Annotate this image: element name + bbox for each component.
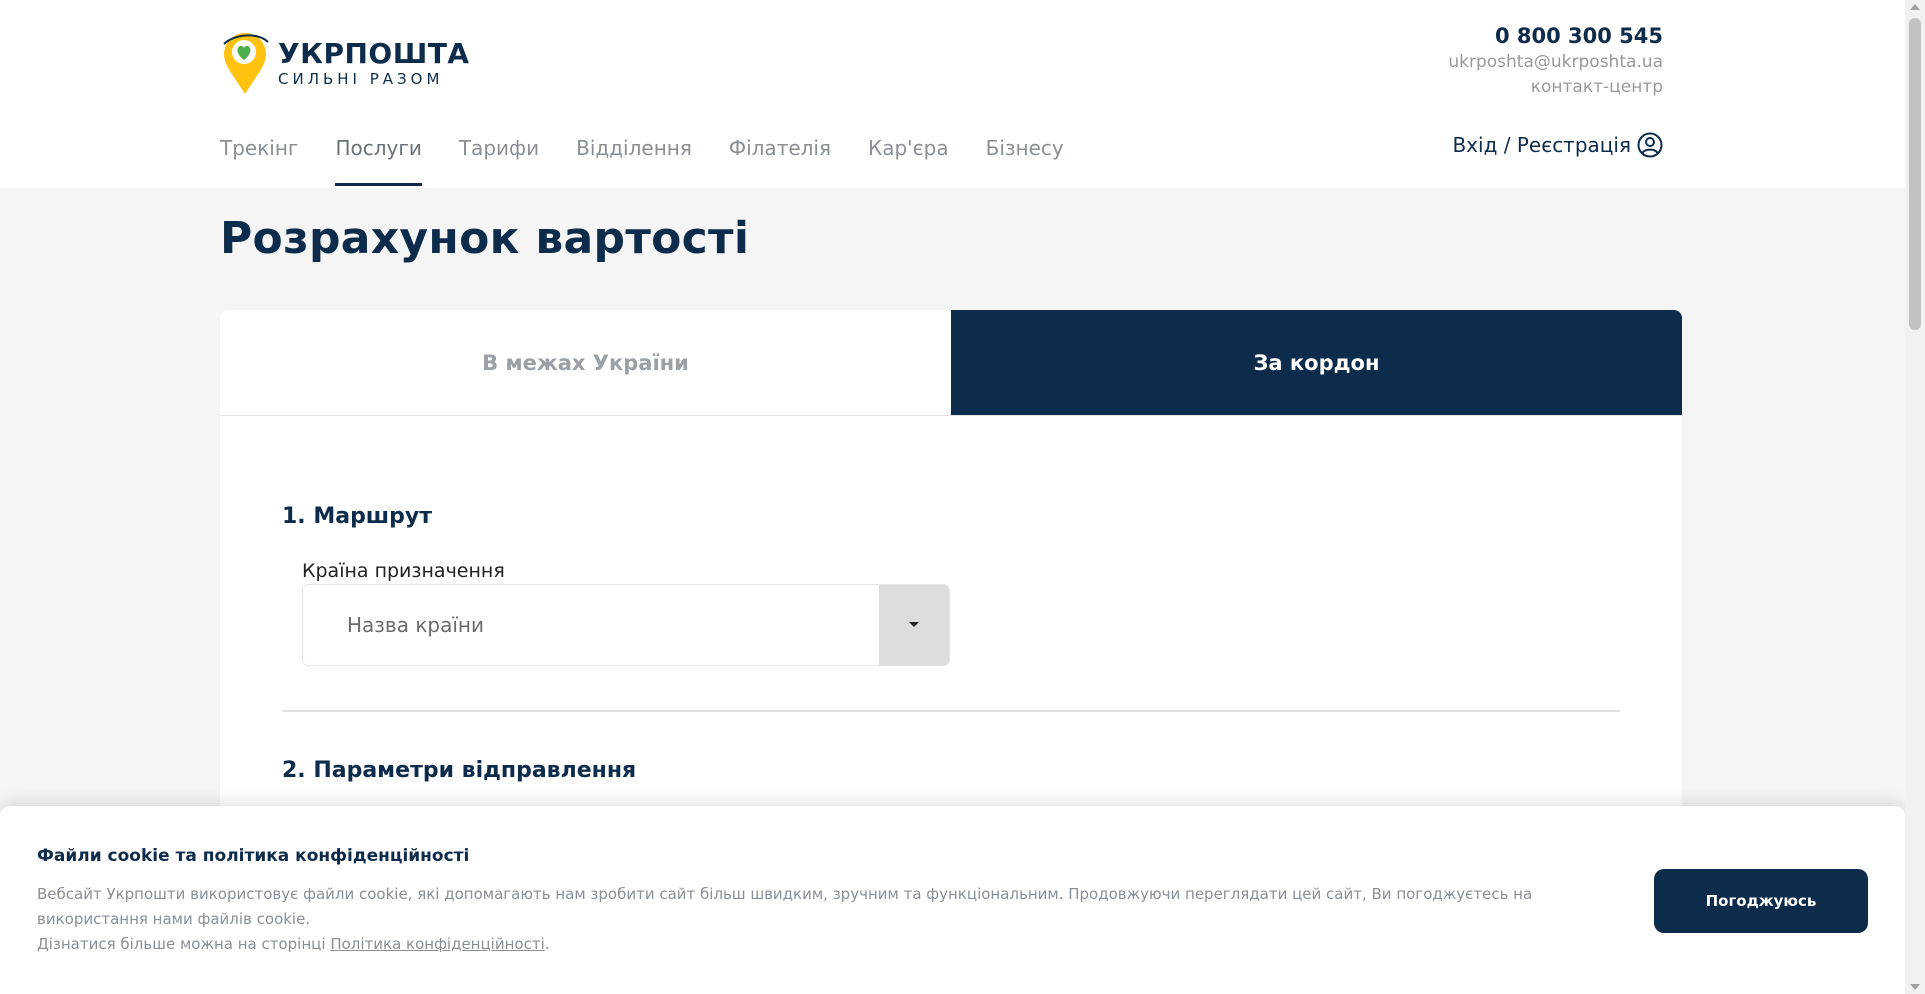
- destination-tabs: В межах України За кордон: [220, 310, 1682, 416]
- site-header: УКРПОШТА СИЛЬНІ РАЗОМ 0 800 300 545 ukrp…: [0, 0, 1905, 188]
- page-title: Розрахунок вартості: [220, 213, 750, 264]
- contact-center-label: контакт-центр: [1530, 77, 1663, 97]
- user-circle-icon: [1637, 132, 1663, 158]
- section-divider: [282, 710, 1620, 712]
- nav-item-business[interactable]: Бізнесу: [986, 130, 1064, 188]
- pin-heart-icon: [223, 33, 269, 94]
- tab-domestic[interactable]: В межах України: [220, 310, 951, 415]
- nav-item-services[interactable]: Послуги: [335, 130, 423, 188]
- nav-item-philately[interactable]: Філателія: [729, 130, 831, 188]
- nav-item-tariffs[interactable]: Тарифи: [459, 130, 539, 188]
- nav-item-tracking[interactable]: Трекінг: [220, 130, 298, 188]
- logo[interactable]: УКРПОШТА СИЛЬНІ РАЗОМ: [220, 30, 470, 96]
- section-route-title: 1. Маршрут: [282, 504, 433, 529]
- auth-label: Вхід / Реєстрація: [1452, 133, 1631, 157]
- scrollbar-thumb[interactable]: [1909, 18, 1921, 330]
- country-dropdown-button[interactable]: [879, 585, 949, 665]
- main-nav: Трекінг Послуги Тарифи Відділення Філате…: [220, 130, 1101, 188]
- nav-item-career[interactable]: Кар'єра: [868, 130, 949, 188]
- brand-name: УКРПОШТА: [278, 37, 470, 70]
- contacts: 0 800 300 545 ukrposhta@ukrposhta.ua кон…: [1448, 22, 1663, 100]
- cookie-description: Вебсайт Укрпошти використовує файли cook…: [37, 885, 1533, 928]
- cookie-text-block: Вебсайт Укрпошти використовує файли cook…: [37, 882, 1627, 957]
- scroll-up-arrow-icon[interactable]: [1910, 4, 1920, 10]
- section-parameters-title: 2. Параметри відправлення: [282, 758, 637, 783]
- contact-phone[interactable]: 0 800 300 545: [1448, 22, 1663, 50]
- cookie-more-suffix: .: [544, 935, 550, 953]
- accept-cookies-button[interactable]: Погоджуюсь: [1654, 869, 1868, 933]
- cookie-banner: Файли cookie та політика конфіденційност…: [0, 806, 1905, 994]
- privacy-policy-link[interactable]: Політика конфіденційності: [330, 935, 544, 953]
- brand-slogan: СИЛЬНІ РАЗОМ: [278, 70, 444, 88]
- login-register-link[interactable]: Вхід / Реєстрація: [1452, 132, 1663, 158]
- nav-item-branches[interactable]: Відділення: [576, 130, 692, 188]
- contact-email[interactable]: ukrposhta@ukrposhta.ua: [1448, 50, 1663, 75]
- country-select-placeholder[interactable]: Назва країни: [303, 585, 879, 665]
- tab-international[interactable]: За кордон: [951, 310, 1682, 415]
- country-field-label: Країна призначення: [302, 560, 505, 582]
- scroll-down-arrow-icon[interactable]: [1910, 984, 1920, 990]
- cookie-more-line: Дізнатися більше можна на сторінці Політ…: [37, 932, 1627, 957]
- page-scrollbar[interactable]: [1905, 0, 1925, 994]
- country-select[interactable]: Назва країни: [302, 584, 950, 666]
- cookie-more-prefix: Дізнатися більше можна на сторінці: [37, 935, 326, 953]
- cookie-title: Файли cookie та політика конфіденційност…: [37, 846, 470, 866]
- caret-down-icon: [909, 622, 919, 627]
